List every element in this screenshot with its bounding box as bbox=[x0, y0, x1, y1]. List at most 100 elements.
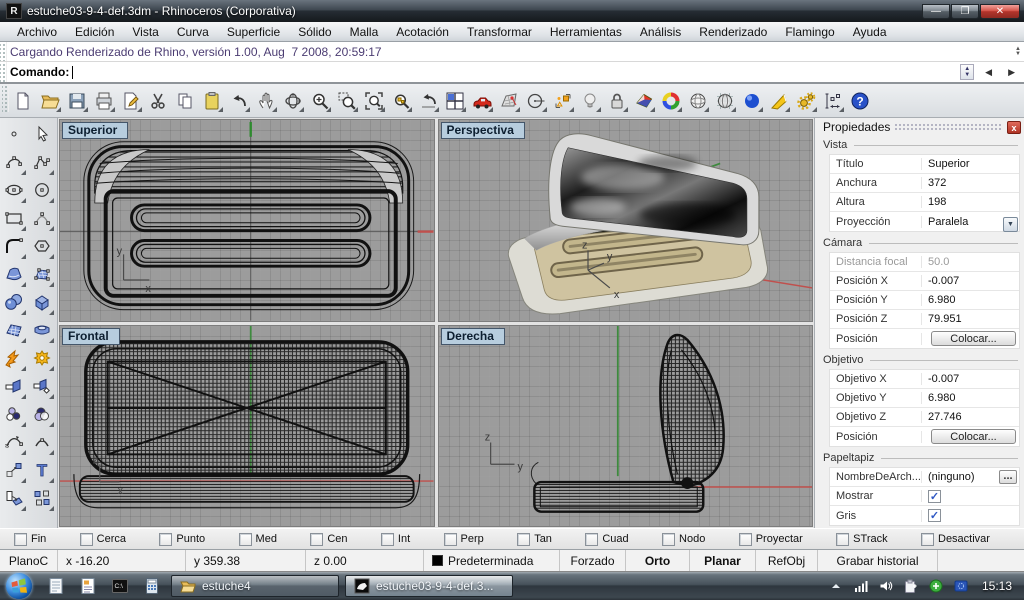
prop-row-posicion-z[interactable]: Posición Z79.951 bbox=[830, 310, 1019, 329]
nodo-checkbox[interactable] bbox=[662, 533, 675, 546]
undo-icon[interactable] bbox=[225, 87, 252, 114]
zoom-dynamic-icon[interactable] bbox=[306, 87, 333, 114]
help-icon[interactable]: ? bbox=[846, 87, 873, 114]
circle-icon[interactable] bbox=[28, 176, 55, 204]
speaker-icon[interactable] bbox=[878, 578, 894, 594]
prop-row-objetivo-z[interactable]: Objetivo Z27.746 bbox=[830, 408, 1019, 427]
zoom-selected-icon[interactable] bbox=[387, 87, 414, 114]
text-icon[interactable]: T bbox=[28, 456, 55, 484]
signal-bars-icon[interactable] bbox=[853, 578, 869, 594]
viewport-derecha[interactable]: z y Derecha bbox=[438, 325, 814, 528]
command-spinner[interactable]: ▲▼ bbox=[960, 64, 974, 80]
calculator-icon[interactable] bbox=[141, 575, 163, 597]
green-orb-icon[interactable] bbox=[928, 578, 944, 594]
prop-row-proyeccion[interactable]: ProyecciónParalela▼ bbox=[830, 212, 1019, 231]
print-icon[interactable] bbox=[90, 87, 117, 114]
curve-edit-icon[interactable] bbox=[0, 428, 27, 456]
new-file-icon[interactable] bbox=[9, 87, 36, 114]
viewport-frontal[interactable]: z x Frontal bbox=[59, 325, 435, 528]
open-file-icon[interactable] bbox=[36, 87, 63, 114]
menu-item-curva[interactable]: Curva bbox=[168, 23, 218, 41]
polygon-icon[interactable] bbox=[28, 232, 55, 260]
prop-row-mostrar[interactable]: Mostrar✓ bbox=[830, 487, 1019, 506]
surface-icon[interactable] bbox=[0, 260, 27, 288]
mostrar-checkbox[interactable]: ✓ bbox=[928, 490, 941, 503]
menu-item-malla[interactable]: Malla bbox=[341, 23, 388, 41]
properties-close-button[interactable]: x bbox=[1007, 121, 1021, 134]
tan-checkbox[interactable] bbox=[517, 533, 530, 546]
viewport-superior[interactable]: y x Superior bbox=[59, 119, 435, 322]
menu-item-herramientas[interactable]: Herramientas bbox=[541, 23, 631, 41]
spotlight-icon[interactable] bbox=[765, 87, 792, 114]
rotate-view-icon[interactable] bbox=[279, 87, 306, 114]
cut-icon[interactable] bbox=[144, 87, 171, 114]
undo-view-icon[interactable] bbox=[414, 87, 441, 114]
viewport-perspectiva-label[interactable]: Perspectiva bbox=[441, 122, 525, 139]
ellipse-icon[interactable] bbox=[0, 176, 27, 204]
taskbar-task-rhino[interactable]: estuche03-9-4-def.3... bbox=[345, 575, 513, 597]
spheres-icon[interactable] bbox=[0, 288, 27, 316]
osnap-fin[interactable]: Fin bbox=[14, 533, 46, 546]
viewport-superior-label[interactable]: Superior bbox=[62, 122, 128, 139]
close-button[interactable]: ✕ bbox=[980, 4, 1020, 19]
arc-edit-icon[interactable] bbox=[28, 428, 55, 456]
fillet-icon[interactable] bbox=[0, 232, 27, 260]
layer-indicator[interactable]: Predeterminada bbox=[424, 550, 560, 571]
gris-checkbox[interactable]: ✓ bbox=[928, 509, 941, 522]
prop-row-gris[interactable]: Gris✓ bbox=[830, 506, 1019, 525]
menu-item-superficie[interactable]: Superficie bbox=[218, 23, 289, 41]
osnap-points-icon[interactable] bbox=[549, 87, 576, 114]
panel-drag-grip[interactable] bbox=[894, 123, 1003, 131]
osnap-proyectar[interactable]: Proyectar bbox=[739, 533, 803, 546]
prop-row-anchura[interactable]: Anchura372 bbox=[830, 174, 1019, 193]
browse-wallpaper-button[interactable]: ... bbox=[999, 470, 1017, 484]
select-icon[interactable] bbox=[28, 120, 55, 148]
viewport-derecha-label[interactable]: Derecha bbox=[441, 328, 505, 345]
prop-row-altura[interactable]: Altura198 bbox=[830, 193, 1019, 212]
osnap-tan[interactable]: Tan bbox=[517, 533, 552, 546]
osnap-int[interactable]: Int bbox=[381, 533, 410, 546]
split-icon[interactable] bbox=[28, 372, 55, 400]
boolean-circles-icon[interactable] bbox=[0, 400, 27, 428]
render-preview-icon[interactable] bbox=[630, 87, 657, 114]
menu-item-ayuda[interactable]: Ayuda bbox=[844, 23, 896, 41]
pan-icon[interactable] bbox=[252, 87, 279, 114]
boolean-circles-solid-icon[interactable] bbox=[28, 400, 55, 428]
prop-row-posicion-y[interactable]: Posición Y6.980 bbox=[830, 291, 1019, 310]
osnap-perp[interactable]: Perp bbox=[444, 533, 484, 546]
perp-checkbox[interactable] bbox=[444, 533, 457, 546]
surface-points-icon[interactable] bbox=[28, 260, 55, 288]
menu-item-acotacion[interactable]: Acotación bbox=[387, 23, 458, 41]
menu-item-renderizado[interactable]: Renderizado bbox=[690, 23, 776, 41]
colocar-target-button[interactable]: Colocar... bbox=[931, 429, 1016, 444]
mesh-icon[interactable] bbox=[0, 316, 27, 344]
menu-item-analisis[interactable]: Análisis bbox=[631, 23, 690, 41]
radius-icon[interactable] bbox=[522, 87, 549, 114]
viewport-perspectiva[interactable]: z y x Perspectiva bbox=[438, 119, 814, 322]
punto-checkbox[interactable] bbox=[159, 533, 172, 546]
history-scrollbar[interactable]: ▲▼ bbox=[1015, 47, 1024, 57]
shaded-sphere-icon[interactable] bbox=[684, 87, 711, 114]
osnap-strack[interactable]: STrack bbox=[836, 533, 887, 546]
wordpad-icon[interactable] bbox=[77, 575, 99, 597]
orto-toggle[interactable]: Orto bbox=[626, 550, 690, 571]
group-icon[interactable] bbox=[28, 484, 55, 512]
options-gears-icon[interactable] bbox=[792, 87, 819, 114]
menu-item-archivo[interactable]: Archivo bbox=[8, 23, 66, 41]
zoom-window-icon[interactable] bbox=[333, 87, 360, 114]
strack-checkbox[interactable] bbox=[836, 533, 849, 546]
panel-grip[interactable] bbox=[0, 42, 7, 61]
toolbar-grip[interactable] bbox=[2, 84, 9, 112]
orient-icon[interactable] bbox=[0, 484, 27, 512]
chevron-up-icon[interactable] bbox=[828, 578, 844, 594]
taskbar-clock[interactable]: 15:13 bbox=[978, 579, 1012, 593]
zoom-extents-icon[interactable] bbox=[360, 87, 387, 114]
grabar-historial-toggle[interactable]: Grabar historial bbox=[818, 550, 938, 571]
cuad-checkbox[interactable] bbox=[585, 533, 598, 546]
save-icon[interactable] bbox=[63, 87, 90, 114]
prop-row-titulo[interactable]: TítuloSuperior bbox=[830, 155, 1019, 174]
cerca-checkbox[interactable] bbox=[80, 533, 93, 546]
proyectar-checkbox[interactable] bbox=[739, 533, 752, 546]
projection-dropdown-button[interactable]: ▼ bbox=[1003, 217, 1018, 232]
command-scroll-right[interactable]: ▶ bbox=[1001, 65, 1022, 80]
